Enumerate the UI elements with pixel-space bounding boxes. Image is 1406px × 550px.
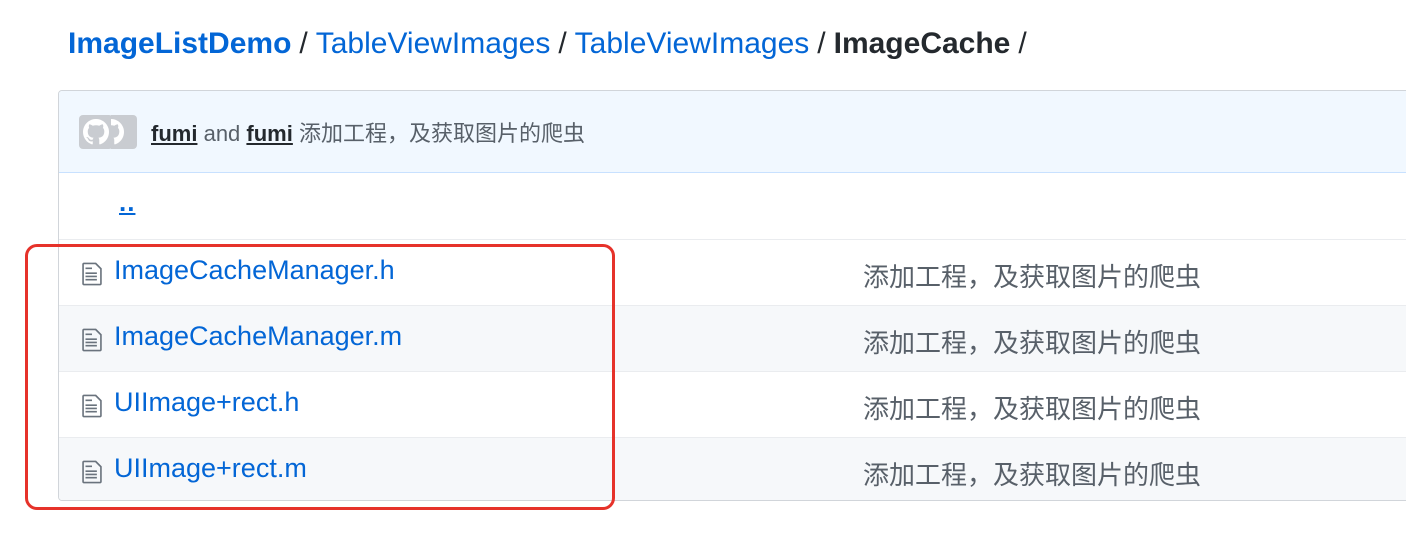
file-commit-message[interactable]: 添加工程，及获取图片的爬虫 <box>863 323 1201 360</box>
file-commit-message[interactable]: 添加工程，及获取图片的爬虫 <box>863 455 1201 492</box>
breadcrumb-current: ImageCache <box>833 27 1011 60</box>
github-octocat-icon <box>111 118 124 144</box>
file-icon <box>82 460 102 484</box>
file-commit-message[interactable]: 添加工程，及获取图片的爬虫 <box>863 257 1201 294</box>
breadcrumb-link-tableviewimages-sub[interactable]: TableViewImages <box>575 27 810 60</box>
file-commit-message[interactable]: 添加工程，及获取图片的爬虫 <box>863 389 1201 426</box>
breadcrumb-repo-link[interactable]: ImageListDemo <box>68 27 291 60</box>
commit-and-text: and <box>203 120 241 146</box>
file-link[interactable]: UIImage+rect.m <box>114 453 307 484</box>
breadcrumb-separator: / <box>1018 27 1027 60</box>
latest-commit-bar: fumi and fumi 添加工程，及获取图片的爬虫 <box>59 91 1406 173</box>
coauthor-avatar[interactable] <box>111 114 137 149</box>
breadcrumb-separator: / <box>558 27 567 60</box>
commit-coauthor-link[interactable]: fumi <box>246 121 292 146</box>
file-link[interactable]: UIImage+rect.h <box>114 387 299 418</box>
file-icon <box>82 262 102 286</box>
parent-directory-row[interactable]: .. <box>59 173 1406 239</box>
file-link[interactable]: ImageCacheManager.h <box>114 255 395 286</box>
file-row: UIImage+rect.m 添加工程，及获取图片的爬虫 <box>59 437 1406 500</box>
breadcrumb-separator: / <box>299 27 308 60</box>
breadcrumb-link-tableviewimages[interactable]: TableViewImages <box>316 27 551 60</box>
commit-author-link[interactable]: fumi <box>151 121 197 146</box>
file-row: ImageCacheManager.m 添加工程，及获取图片的爬虫 <box>59 305 1406 371</box>
file-icon <box>82 394 102 418</box>
parent-directory-link[interactable]: .. <box>119 187 135 218</box>
breadcrumb: ImageListDemo / TableViewImages / TableViewI… <box>68 22 1035 66</box>
github-octocat-icon <box>83 118 109 144</box>
file-link[interactable]: ImageCacheManager.m <box>114 321 402 352</box>
file-icon <box>82 328 102 352</box>
commit-avatars[interactable] <box>79 114 137 149</box>
file-row: UIImage+rect.h 添加工程，及获取图片的爬虫 <box>59 371 1406 437</box>
file-list: fumi and fumi 添加工程，及获取图片的爬虫 .. ImageCach… <box>58 90 1406 501</box>
author-avatar[interactable] <box>79 114 113 149</box>
file-row: ImageCacheManager.h 添加工程，及获取图片的爬虫 <box>59 239 1406 305</box>
breadcrumb-separator: / <box>817 27 826 60</box>
commit-message-link[interactable]: 添加工程，及获取图片的爬虫 <box>299 121 585 146</box>
commit-summary: fumi and fumi 添加工程，及获取图片的爬虫 <box>151 116 585 148</box>
